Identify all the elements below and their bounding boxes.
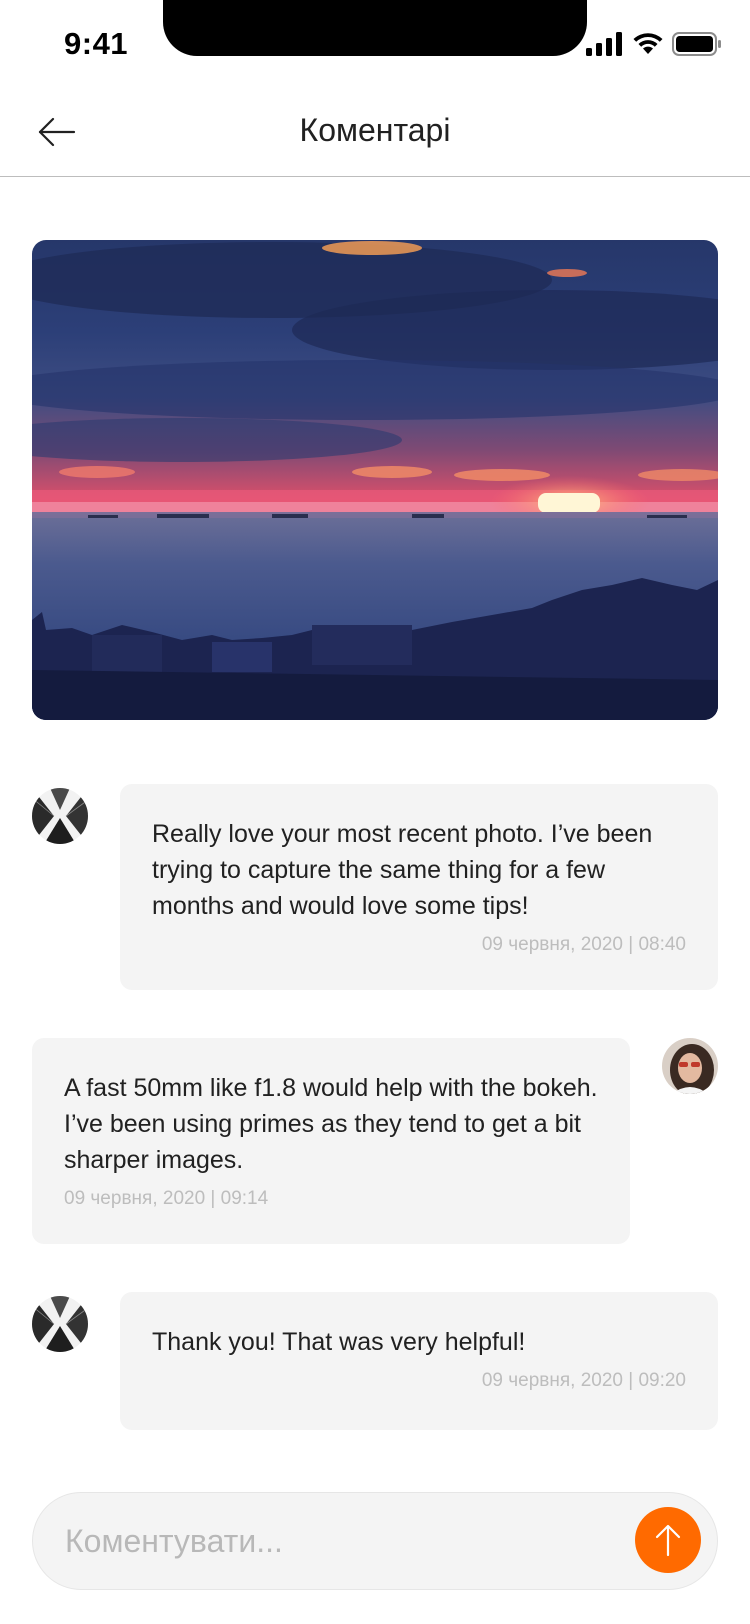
wifi-icon [633,33,663,54]
avatar-skyscraper-image [32,1296,88,1352]
app-header: Коментарі [0,88,750,177]
commenter-avatar[interactable] [32,1296,88,1352]
device-notch [163,0,587,56]
arrow-up-icon [655,1524,681,1557]
battery-icon [672,32,721,56]
post-photo[interactable] [32,240,718,720]
avatar-skyscraper-image [32,788,88,844]
comment-bubble: A fast 50mm like f1.8 would help with th… [32,1038,630,1244]
send-button[interactable] [635,1507,701,1573]
comment-text: Really love your most recent photo. I’ve… [152,820,653,920]
author-avatar[interactable] [662,1038,718,1094]
comment-input[interactable] [63,1493,627,1590]
page-title: Коментарі [299,112,451,148]
status-bar: 9:41 [0,0,750,88]
comment-bubble: Really love your most recent photo. I’ve… [120,784,718,990]
comment-bubble: Thank you! That was very helpful! 09 чер… [120,1292,718,1430]
avatar-woman-image [662,1038,718,1094]
cellular-signal-icon [586,32,622,56]
status-time: 9:41 [64,26,129,61]
comment-timestamp: 09 червня, 2020 | 08:40 [481,934,686,955]
comment-timestamp: 09 червня, 2020 | 09:14 [64,1188,269,1209]
comment-timestamp: 09 червня, 2020 | 09:20 [481,1370,686,1391]
comment-input-bar [32,1492,718,1590]
commenter-avatar[interactable] [32,788,88,844]
comment-text: A fast 50mm like f1.8 would help with th… [64,1074,598,1174]
sunset-photo-image [32,240,718,720]
comment-text: Thank you! That was very helpful! [152,1328,526,1356]
